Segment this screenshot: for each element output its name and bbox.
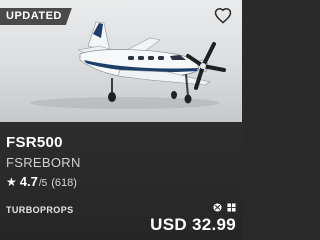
product-title[interactable]: FSR500 (6, 135, 236, 151)
updated-badge: UPDATED (0, 8, 72, 25)
publisher-name[interactable]: FSREBORN (6, 156, 236, 170)
rating-count: (618) (51, 177, 77, 189)
product-info: FSR500 FSREBORN ★ 4.7 /5 (618) (6, 135, 236, 191)
category-label: TURBOPROPS (6, 205, 74, 215)
xbox-icon (213, 203, 222, 212)
card-footer: TURBOPROPS USD 32.99 (6, 203, 236, 234)
platform-icons (213, 203, 236, 212)
rating: ★ 4.7 /5 (618) (6, 175, 236, 191)
star-icon: ★ (6, 175, 17, 189)
product-card[interactable]: UPDATED FSR500 FSREBORN ★ 4.7 /5 (618) T… (0, 0, 242, 240)
heart-outline-icon (214, 7, 232, 24)
wishlist-button[interactable] (214, 7, 234, 27)
windows-icon (227, 203, 236, 212)
rating-score: 4.7 (19, 174, 38, 189)
price: USD 32.99 (150, 215, 236, 234)
product-image[interactable]: UPDATED (0, 0, 242, 122)
rating-out-of: /5 (38, 178, 48, 189)
